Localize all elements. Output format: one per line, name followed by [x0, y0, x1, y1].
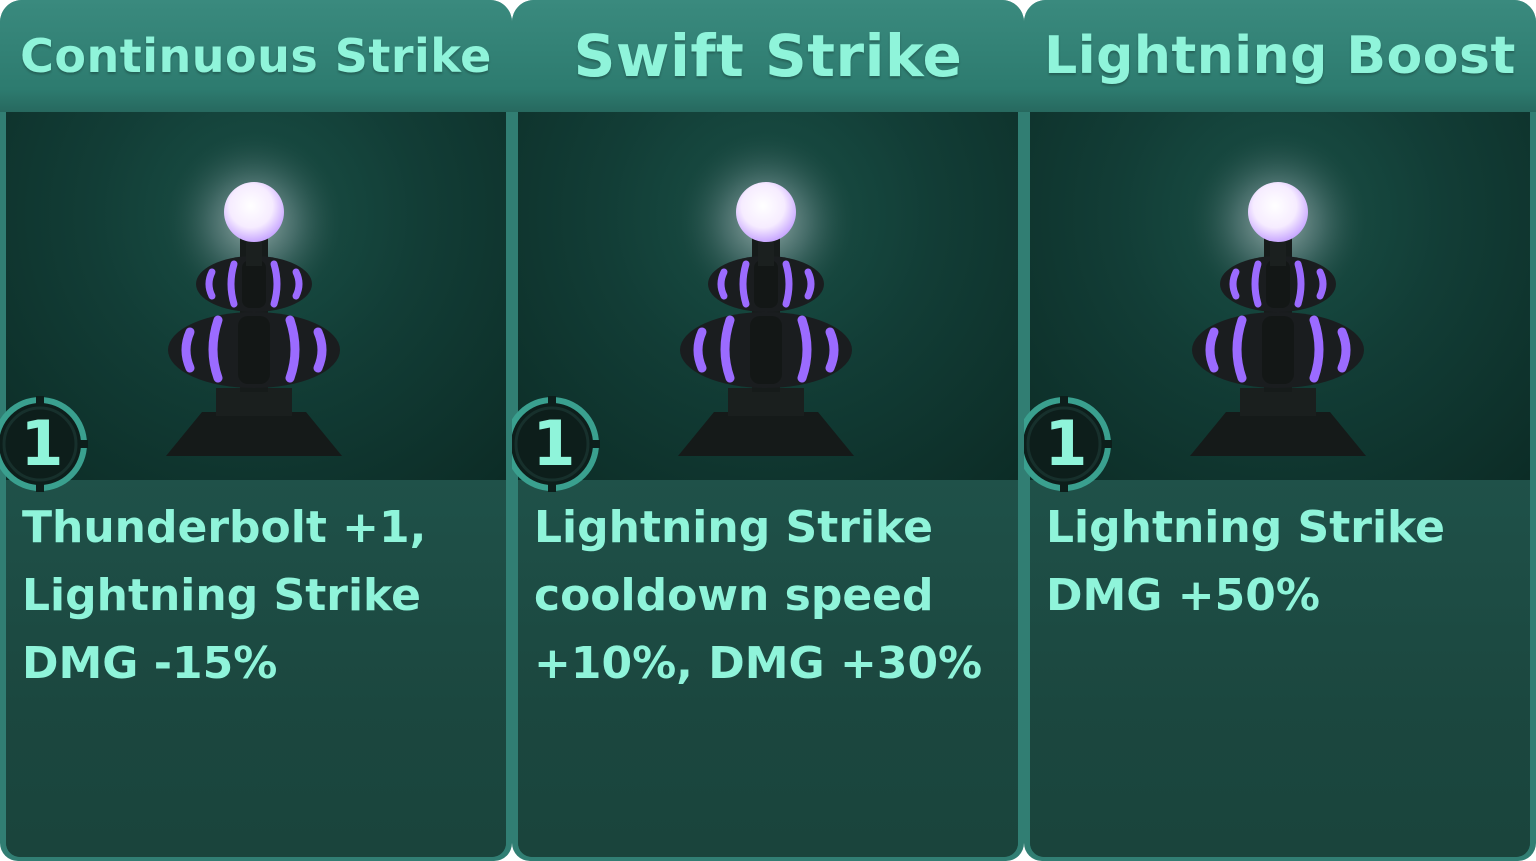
level-badge: 1: [0, 394, 90, 494]
card-title: Swift Strike: [573, 22, 963, 90]
upgrade-card-lightning-boost[interactable]: Lightning Boost Lightning Strike DMG +50…: [1024, 0, 1536, 861]
upgrade-selection: Continuous Strike Thunderbolt +1, Lightn…: [0, 0, 1536, 861]
card-header: Swift Strike: [512, 0, 1024, 112]
level-badge: 1: [512, 394, 602, 494]
upgrade-card-continuous-strike[interactable]: Continuous Strike Thunderbolt +1, Lightn…: [0, 0, 512, 861]
card-description-panel: Lightning Strike DMG +50%: [1030, 480, 1530, 857]
card-description-panel: Thunderbolt +1, Lightning Strike DMG -15…: [6, 480, 506, 857]
level-number: 1: [20, 407, 64, 480]
upgrade-card-swift-strike[interactable]: Swift Strike Lightning Strike cooldown s…: [512, 0, 1024, 861]
level-number: 1: [1044, 407, 1088, 480]
card-header: Continuous Strike: [0, 0, 512, 112]
card-title: Continuous Strike: [20, 29, 492, 83]
card-title: Lightning Boost: [1044, 26, 1516, 86]
level-number: 1: [532, 407, 576, 480]
card-header: Lightning Boost: [1024, 0, 1536, 112]
card-description: Thunderbolt +1, Lightning Strike DMG -15…: [22, 502, 427, 689]
level-badge: 1: [1024, 394, 1114, 494]
card-description: Lightning Strike cooldown speed +10%, DM…: [534, 502, 983, 689]
card-description-panel: Lightning Strike cooldown speed +10%, DM…: [518, 480, 1018, 857]
card-description: Lightning Strike DMG +50%: [1046, 502, 1445, 621]
